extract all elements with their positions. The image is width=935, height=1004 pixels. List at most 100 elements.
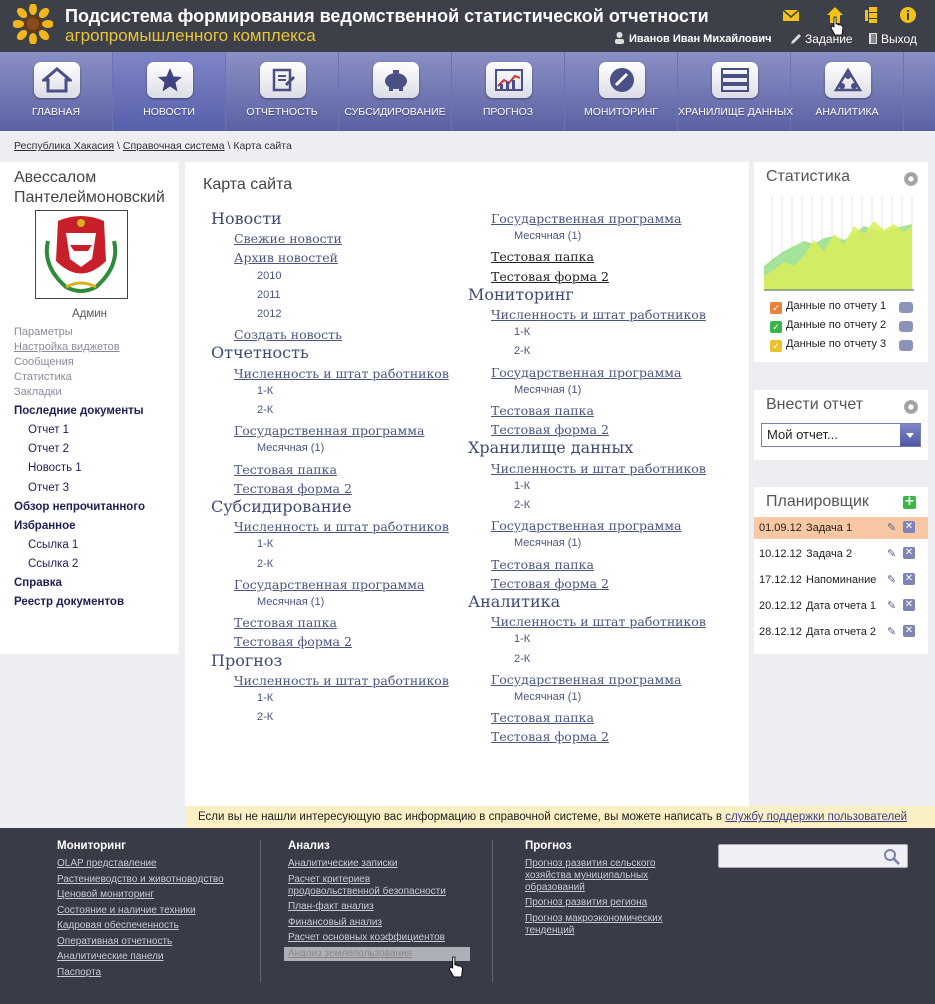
recent-doc-item[interactable]: Отчет 2 <box>28 443 69 455</box>
widget-settings-link[interactable]: Настройка виджетов <box>14 341 120 353</box>
planner-row[interactable]: 28.12.12 Дата отчета 2 ✎ ✕ <box>754 621 928 643</box>
sitemap-link[interactable]: 2-К <box>514 653 530 665</box>
sitemap-section[interactable]: Новости <box>211 209 282 228</box>
exit-link[interactable]: Выход <box>868 32 917 46</box>
sitemap-link[interactable]: 2-К <box>514 345 530 357</box>
network-icon[interactable] <box>863 6 881 24</box>
sitemap-link[interactable]: Тестовая папка <box>491 557 594 572</box>
sitemap-link[interactable]: Государственная программа <box>491 518 681 533</box>
sitemap-section[interactable]: Прогноз <box>211 651 282 670</box>
pencil-icon[interactable]: ✎ <box>887 573 898 586</box>
sitemap-link[interactable]: Тестовая форма 2 <box>491 729 609 744</box>
sitemap-link[interactable]: Тестовая форма 2 <box>234 481 352 496</box>
sitemap-link[interactable]: Тестовая папка <box>491 249 594 264</box>
sitemap-link[interactable]: Численность и штат работников <box>491 307 706 322</box>
nav-item-forecast[interactable]: ПРОГНОЗ <box>452 52 565 131</box>
add-task-icon[interactable]: + <box>903 495 916 509</box>
sitemap-link[interactable]: 1-К <box>514 326 530 338</box>
chevron-down-icon[interactable] <box>900 424 920 446</box>
unread-overview-link[interactable]: Обзор непрочитанного <box>14 501 145 513</box>
sitemap-link[interactable]: Государственная программа <box>491 365 681 380</box>
nav-item-home[interactable]: ГЛАВНАЯ <box>0 52 113 131</box>
sitemap-link[interactable]: Месячная (1) <box>257 596 324 608</box>
sitemap-link[interactable]: Свежие новости <box>234 231 342 246</box>
params-link[interactable]: Параметры <box>14 326 73 338</box>
doc-registry-link[interactable]: Реестр документов <box>14 596 124 608</box>
report-select[interactable]: Мой отчет... <box>761 423 921 447</box>
footer-link[interactable]: Расчет основных коэффициентов <box>288 932 445 944</box>
gear-icon[interactable] <box>904 400 918 414</box>
sitemap-link[interactable]: Месячная (1) <box>514 384 581 396</box>
sitemap-link[interactable]: Государственная программа <box>234 577 424 592</box>
recent-docs-heading[interactable]: Последние документы <box>14 405 144 417</box>
sitemap-section[interactable]: Аналитика <box>468 592 560 611</box>
footer-link[interactable]: Прогноз макроэкономических тенденций <box>525 913 675 937</box>
nav-item-reports[interactable]: ОТЧЕТНОСТЬ <box>226 52 339 131</box>
breadcrumb-link-region[interactable]: Республика Хакасия <box>14 140 114 152</box>
sitemap-link[interactable]: Тестовая папка <box>491 403 594 418</box>
footer-search-input[interactable] <box>718 844 908 868</box>
messages-link[interactable]: Сообщения <box>14 356 74 368</box>
footer-link[interactable]: План-факт анализ <box>288 901 374 913</box>
nav-item-news[interactable]: НОВОСТИ <box>113 52 226 131</box>
footer-link[interactable]: Паспорта <box>57 967 101 979</box>
sitemap-link[interactable]: 1-К <box>514 633 530 645</box>
sitemap-link[interactable]: 1-К <box>257 538 273 550</box>
sitemap-link[interactable]: Численность и штат работников <box>234 366 449 381</box>
sitemap-link[interactable]: Месячная (1) <box>257 442 324 454</box>
sitemap-link[interactable]: Создать новость <box>234 327 342 342</box>
sitemap-link[interactable]: Тестовая форма 2 <box>491 576 609 591</box>
footer-link[interactable]: Растениеводство и животноводство <box>57 874 224 886</box>
delete-icon[interactable]: ✕ <box>903 625 915 637</box>
sitemap-link[interactable]: Численность и штат работников <box>491 614 706 629</box>
sitemap-link[interactable]: Государственная программа <box>491 211 681 226</box>
sitemap-link[interactable]: Месячная (1) <box>514 230 581 242</box>
sitemap-link[interactable]: 1-К <box>257 692 273 704</box>
sitemap-link[interactable]: Тестовая форма 2 <box>491 269 609 284</box>
pencil-icon[interactable]: ✎ <box>887 599 898 612</box>
sitemap-link[interactable]: Численность и штат работников <box>234 673 449 688</box>
search-icon[interactable] <box>883 848 901 866</box>
recent-doc-item[interactable]: Новость 1 <box>28 462 82 474</box>
sitemap-section[interactable]: Хранилище данных <box>468 438 633 457</box>
mail-icon[interactable] <box>782 6 800 24</box>
sitemap-link[interactable]: 2-К <box>257 711 273 723</box>
sitemap-link[interactable]: 2-К <box>257 558 273 570</box>
pencil-icon[interactable]: ✎ <box>887 547 898 560</box>
delete-icon[interactable]: ✕ <box>903 547 915 559</box>
recent-doc-item[interactable]: Отчет 3 <box>28 482 69 494</box>
recent-doc-item[interactable]: Отчет 1 <box>28 424 69 436</box>
sitemap-link[interactable]: 2-К <box>257 404 273 416</box>
footer-link[interactable]: Финансовый анализ <box>288 917 382 929</box>
eye-icon[interactable] <box>899 340 913 351</box>
sitemap-link[interactable]: Численность и штат работников <box>491 461 706 476</box>
sitemap-link[interactable]: 2011 <box>257 289 281 301</box>
footer-link[interactable]: Прогноз развития сельского хозяйства мун… <box>525 858 675 894</box>
gear-icon[interactable] <box>904 172 918 186</box>
sitemap-link[interactable]: Архив новостей <box>234 250 338 265</box>
sitemap-link[interactable]: 2010 <box>257 270 281 282</box>
footer-link[interactable]: Прогноз развития региона <box>525 897 647 909</box>
sitemap-link[interactable]: Государственная программа <box>234 423 424 438</box>
sitemap-link[interactable]: Тестовая форма 2 <box>491 422 609 437</box>
legend-item[interactable]: ✓ Данные по отчету 1 <box>770 300 886 314</box>
legend-item[interactable]: ✓ Данные по отчету 3 <box>770 338 886 352</box>
sitemap-link[interactable]: 1-К <box>257 385 273 397</box>
footer-link[interactable]: Аналитические записки <box>288 858 398 870</box>
delete-icon[interactable]: ✕ <box>903 599 915 611</box>
sitemap-link[interactable]: Месячная (1) <box>514 537 581 549</box>
planner-row[interactable]: 01.09.12 Задача 1 ✎ ✕ <box>754 517 928 539</box>
sitemap-link[interactable]: 1-К <box>514 480 530 492</box>
sitemap-section[interactable]: Отчетность <box>211 343 309 362</box>
planner-row[interactable]: 10.12.12 Задача 2 ✎ ✕ <box>754 543 928 565</box>
breadcrumb-link-help[interactable]: Справочная система <box>123 140 225 152</box>
footer-link[interactable]: Состояние и наличие техники <box>57 905 196 917</box>
footer-link[interactable]: Ценовой мониторинг <box>57 889 154 901</box>
legend-item[interactable]: ✓ Данные по отчету 2 <box>770 319 886 333</box>
favorites-heading[interactable]: Избранное <box>14 520 76 532</box>
statistics-link[interactable]: Статистика <box>14 371 72 383</box>
footer-link[interactable]: OLAP представление <box>57 858 157 870</box>
delete-icon[interactable]: ✕ <box>903 573 915 585</box>
planner-row[interactable]: 17.12.12 Напоминание ✎ ✕ <box>754 569 928 591</box>
pencil-icon[interactable]: ✎ <box>887 521 898 534</box>
